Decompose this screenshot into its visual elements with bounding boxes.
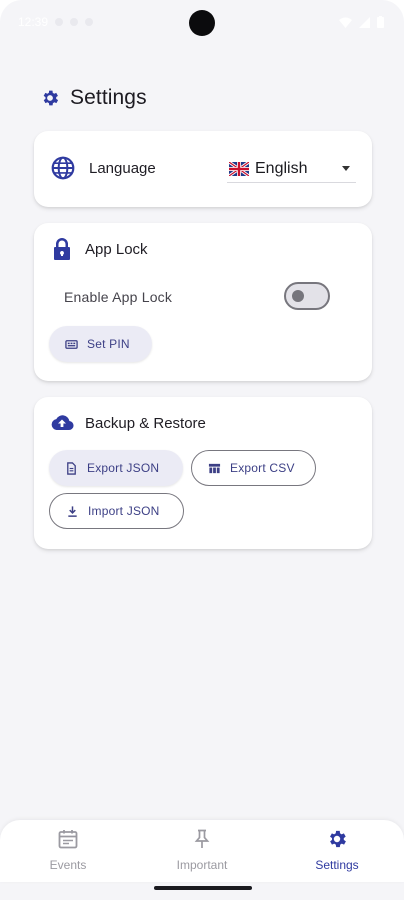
page-header: Settings <box>40 86 147 110</box>
lock-icon <box>54 238 70 260</box>
gear-icon <box>330 830 346 848</box>
signal-icon <box>359 16 370 28</box>
app-lock-title: App Lock <box>85 240 148 258</box>
language-dropdown[interactable]: English <box>227 155 356 183</box>
home-indicator[interactable] <box>154 886 252 890</box>
nav-label-settings: Settings <box>315 858 359 872</box>
globe-icon <box>51 156 75 180</box>
nav-label-events: Events <box>49 858 87 872</box>
app-lock-card: App Lock Enable App Lock Set PIN <box>34 223 372 381</box>
calendar-icon <box>58 830 78 849</box>
notification-icon <box>70 18 79 26</box>
status-bar: 12:39 <box>0 0 404 44</box>
camera-cutout <box>189 10 215 36</box>
export-json-button[interactable]: Export JSON <box>49 450 183 486</box>
toggle-knob <box>292 290 304 302</box>
language-selected-value: English <box>255 159 308 177</box>
export-json-label: Export JSON <box>87 461 160 475</box>
notification-icon <box>55 18 64 26</box>
status-time: 12:39 <box>18 15 49 29</box>
export-csv-button[interactable]: Export CSV <box>191 450 316 486</box>
page-title: Settings <box>70 86 147 109</box>
dialpad-icon <box>65 339 78 349</box>
status-right <box>339 16 384 28</box>
chevron-down-icon <box>342 166 350 171</box>
uk-flag-icon <box>229 161 249 176</box>
battery-icon <box>377 16 384 28</box>
settings-screen: 12:39 Settings Language English App Lock… <box>0 0 404 900</box>
nav-label-important: Important <box>176 858 228 872</box>
set-pin-label: Set PIN <box>87 337 130 351</box>
backup-restore-card: Backup & Restore Export JSON Export CSV <box>34 397 372 549</box>
language-card: Language English <box>34 131 372 207</box>
backup-title: Backup & Restore <box>85 414 206 432</box>
language-row: Language <box>50 155 156 181</box>
export-csv-label: Export CSV <box>230 461 295 475</box>
bottom-navigation: Events Important Settings <box>0 820 404 882</box>
enable-app-lock-label: Enable App Lock <box>64 289 173 305</box>
set-pin-button[interactable]: Set PIN <box>49 326 152 362</box>
pin-icon <box>194 829 210 848</box>
app-lock-header: App Lock <box>50 237 148 261</box>
status-left: 12:39 <box>18 15 94 29</box>
app-lock-toggle[interactable] <box>284 282 330 310</box>
cloud-upload-icon <box>51 415 74 431</box>
wifi-icon <box>339 17 352 28</box>
nav-item-settings[interactable]: Settings <box>282 828 392 872</box>
language-label: Language <box>89 159 156 177</box>
nav-item-important[interactable]: Important <box>147 828 257 872</box>
download-icon <box>68 505 77 517</box>
import-json-label: Import JSON <box>88 504 160 518</box>
backup-header: Backup & Restore <box>50 411 206 435</box>
gear-icon <box>43 90 59 106</box>
table-icon <box>208 463 221 473</box>
notification-icon <box>85 18 94 26</box>
file-icon <box>67 461 76 475</box>
import-json-button[interactable]: Import JSON <box>49 493 184 529</box>
nav-item-events[interactable]: Events <box>13 828 123 872</box>
